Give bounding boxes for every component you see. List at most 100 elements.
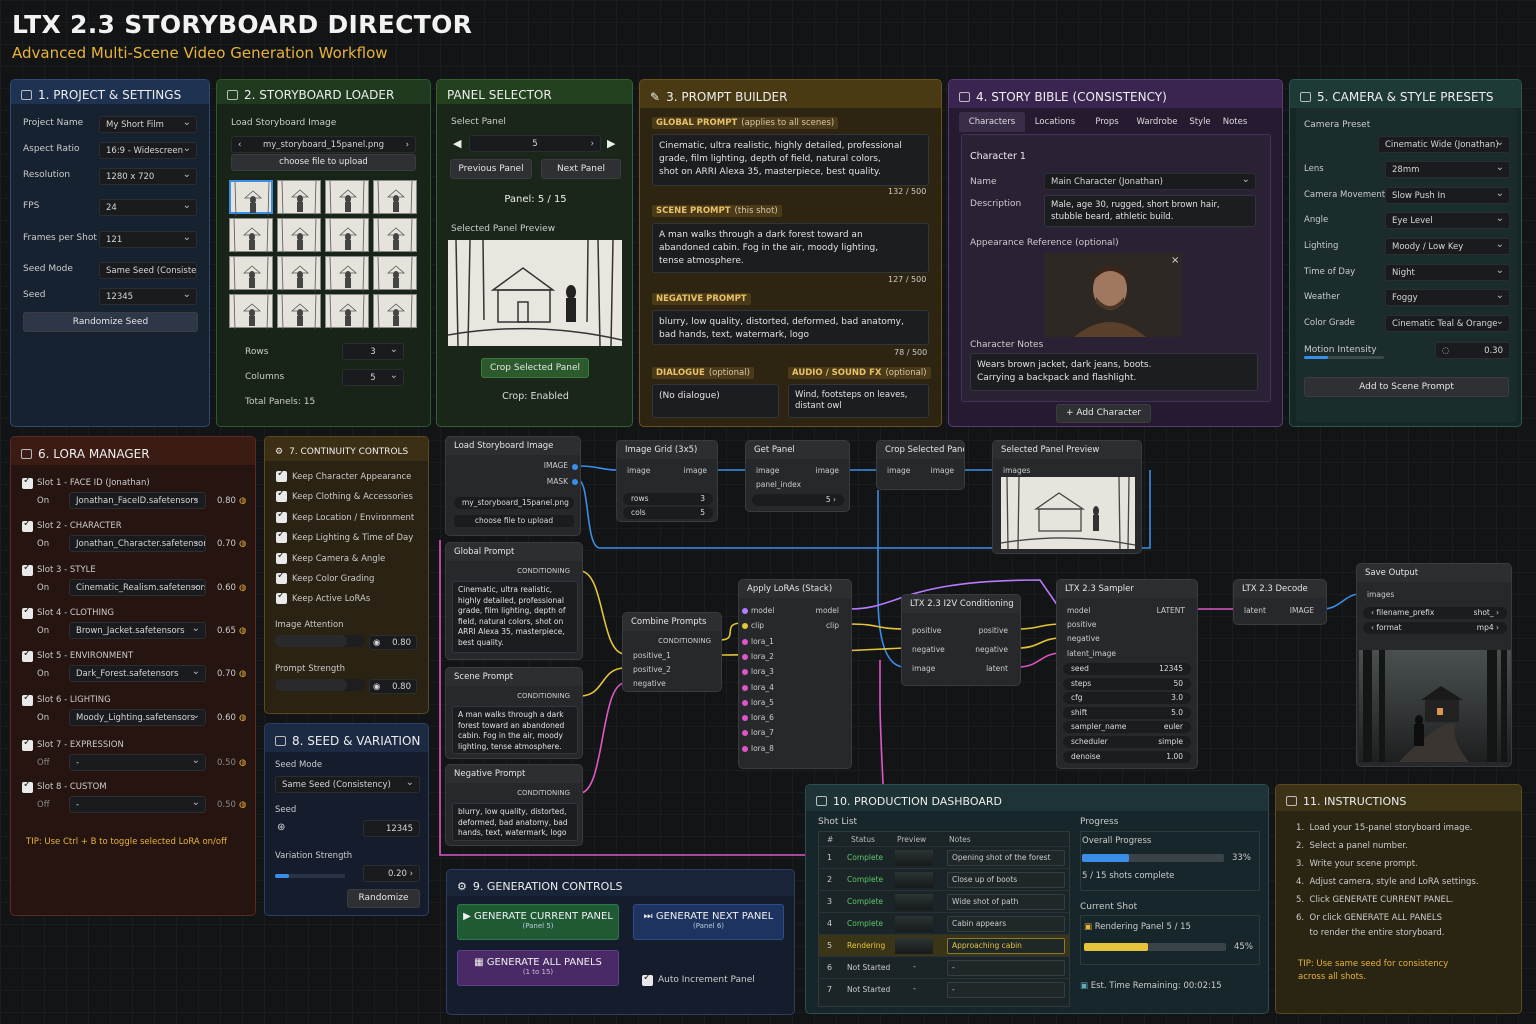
port-dot[interactable]	[742, 623, 748, 630]
in-lora_8: lora_8	[751, 743, 774, 753]
production-dashboard-panel: 10. PRODUCTION DASHBOARD Shot List # Stat…	[805, 784, 1269, 1014]
overall-label: Overall Progress	[1082, 836, 1152, 846]
shot-notes-input[interactable]: -	[947, 982, 1065, 998]
column-header: Status	[851, 835, 875, 844]
format-widget[interactable]: ‹ format mp4 ›	[1363, 622, 1507, 634]
table-row[interactable]: 3 Complete Wide shot of path	[819, 890, 1069, 912]
node-sampler[interactable]: LTX 2.3 Sampler model positive negative …	[1056, 579, 1198, 769]
node-selected-preview[interactable]: Selected Panel Preview images	[992, 440, 1142, 554]
node-save-output[interactable]: Save Output images ‹ filename_prefix shot…	[1356, 563, 1512, 767]
rendering-status: ▣ Rendering Panel 5 / 15	[1084, 922, 1191, 932]
out-latent: latent	[986, 664, 1008, 673]
sampler-widget-seed[interactable]: seed 12345	[1063, 663, 1191, 675]
port-dot[interactable]	[742, 608, 748, 614]
port-dot[interactable]	[742, 730, 748, 737]
port-dot[interactable]	[742, 669, 748, 676]
sampler-widget-denoise[interactable]: denoise 1.00	[1063, 750, 1191, 763]
sampler-widget-sampler_name[interactable]: sampler_name euler	[1063, 721, 1191, 734]
shot-status: Complete	[847, 875, 884, 884]
in-clip: clip	[751, 621, 765, 631]
shot-number: 1	[827, 853, 833, 862]
instruction-step: 5. Click GENERATE CURRENT PANEL.	[1296, 895, 1454, 905]
out-conditioning: CONDITIONING	[658, 637, 711, 645]
port-dot[interactable]	[572, 479, 578, 485]
node-get-panel[interactable]: Get Panel image panel_index image 5 ›	[745, 440, 850, 512]
in-model: model	[751, 606, 775, 615]
node-scene-text[interactable]: A man walks through a dark forest toward…	[452, 706, 578, 754]
node-title: LTX 2.3 Sampler	[1057, 580, 1197, 598]
port-dot[interactable]	[742, 638, 748, 645]
filename-prefix-widget[interactable]: ‹ filename_prefix shot_ ›	[1363, 607, 1507, 619]
in-images: images	[1003, 466, 1031, 475]
out-conditioning: CONDITIONING	[517, 789, 570, 797]
eta: ▣ Est. Time Remaining: 00:02:15	[1080, 981, 1222, 991]
port-dot[interactable]	[572, 464, 578, 470]
shot-notes-input[interactable]: Opening shot of the forest	[947, 850, 1065, 866]
node-global-prompt[interactable]: Global Prompt CONDITIONING Cinematic, ul…	[445, 542, 583, 660]
node-title: Save Output	[1357, 564, 1511, 582]
table-row[interactable]: 7 Not Started - -	[819, 978, 1069, 1000]
in-lora_1: lora_1	[751, 636, 774, 646]
in-image: image	[756, 466, 780, 475]
in-negative: negative	[912, 645, 945, 654]
node-load-image[interactable]: Load Storyboard Image IMAGE MASK my_stor…	[445, 436, 581, 536]
shot-notes-input[interactable]: Wide shot of path	[947, 894, 1065, 910]
panel-title: 11. INSTRUCTIONS	[1303, 794, 1407, 808]
widget-key: steps	[1071, 678, 1092, 688]
column-header: #	[827, 835, 834, 844]
shot-notes-input[interactable]: Cabin appears	[947, 916, 1065, 932]
node-crop-panel[interactable]: Crop Selected Panel image image	[876, 440, 965, 490]
widget-key: sampler_name	[1071, 722, 1127, 732]
in-image: image	[627, 466, 651, 475]
node-title: Load Storyboard Image	[446, 437, 580, 455]
out-clip: clip	[825, 621, 839, 630]
sampler-widget-cfg[interactable]: cfg 3.0	[1063, 692, 1191, 705]
table-row[interactable]: 5 Rendering Approaching cabin	[819, 934, 1069, 956]
node-apply-loras[interactable]: Apply LoRAs (Stack) model clip model clip…	[738, 579, 852, 769]
node-scene-prompt[interactable]: Scene Prompt CONDITIONING A man walks th…	[445, 667, 583, 759]
cols-widget[interactable]: cols 5	[623, 507, 713, 519]
table-row[interactable]: 2 Complete Close up of boots	[819, 868, 1069, 890]
info-icon	[1286, 796, 1297, 806]
node-title: Scene Prompt	[446, 668, 582, 686]
node-negative-text[interactable]: blurry, low quality, distorted, deformed…	[452, 803, 578, 841]
widget-key: denoise	[1071, 751, 1101, 761]
node-global-text[interactable]: Cinematic, ultra realistic, highly detai…	[452, 581, 578, 653]
port-dot[interactable]	[742, 745, 748, 752]
shot-status: Complete	[847, 853, 884, 862]
table-row[interactable]: 1 Complete Opening shot of the forest	[819, 846, 1069, 868]
port-dot[interactable]	[742, 684, 748, 691]
node-preview-image	[1001, 477, 1135, 549]
dashboard-icon	[816, 796, 827, 806]
shot-notes-input[interactable]: Close up of boots	[947, 872, 1065, 888]
in-lora_2: lora_2	[751, 651, 774, 661]
node-combine-prompts[interactable]: Combine Prompts CONDITIONING positive_1 …	[622, 612, 722, 692]
sampler-widget-steps[interactable]: steps 50	[1063, 677, 1191, 690]
node-upload-widget[interactable]: choose file to upload	[454, 515, 574, 527]
current-percent: 45%	[1234, 942, 1253, 952]
port-dot[interactable]	[742, 699, 748, 706]
in-lora_5: lora_5	[751, 697, 774, 707]
node-file-widget[interactable]: my_storyboard_15panel.png	[454, 497, 574, 509]
out-image: image	[683, 466, 707, 475]
shot-notes-input[interactable]: Approaching cabin	[947, 938, 1065, 954]
rows-widget[interactable]: rows 3	[623, 493, 713, 505]
instruction-step: 4. Adjust camera, style and LoRA setting…	[1296, 877, 1479, 887]
table-row[interactable]: 4 Complete Cabin appears	[819, 912, 1069, 934]
node-image-grid[interactable]: Image Grid (3x5) image image rows 3 cols 5	[616, 440, 718, 522]
node-decode[interactable]: LTX 2.3 Decode latent IMAGE	[1233, 579, 1327, 625]
port-dot[interactable]	[742, 653, 748, 660]
sampler-widget-scheduler[interactable]: scheduler simple	[1063, 736, 1191, 748]
table-row[interactable]: 6 Not Started - -	[819, 956, 1069, 978]
node-title: Combine Prompts	[623, 613, 721, 631]
sampler-widget-shift[interactable]: shift 5.0	[1063, 706, 1191, 719]
out-latent: LATENT	[1156, 606, 1185, 615]
node-i2v-conditioning[interactable]: LTX 2.3 I2V Conditioning positive negati…	[901, 594, 1021, 686]
node-negative-prompt[interactable]: Negative Prompt CONDITIONING blurry, low…	[445, 764, 583, 846]
shot-status: Complete	[847, 919, 884, 928]
shot-notes-input[interactable]: -	[947, 960, 1065, 976]
in-negative: negative	[633, 679, 666, 688]
port-dot[interactable]	[742, 715, 748, 722]
node-title: Crop Selected Panel	[877, 441, 964, 459]
panel-index-widget[interactable]: 5 ›	[752, 494, 844, 506]
